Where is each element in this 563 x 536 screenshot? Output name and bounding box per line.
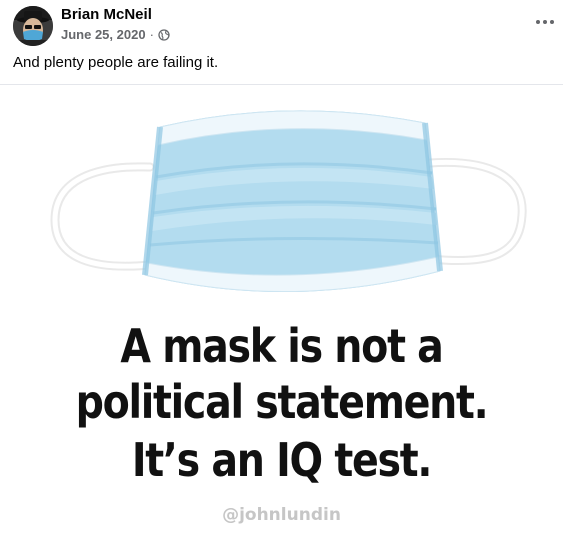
post-text: And plenty people are failing it. — [13, 54, 219, 71]
globe-icon — [158, 28, 170, 41]
meme-text-line-1: A mask is not a — [120, 319, 443, 373]
surgical-mask-icon — [50, 110, 527, 292]
post-date[interactable]: June 25, 2020 — [61, 27, 146, 42]
image-credit: @johnlundin — [222, 505, 341, 525]
author-name[interactable]: Brian McNeil — [61, 6, 152, 23]
post-header: Brian McNeil June 25, 2020 · — [0, 0, 563, 52]
facebook-post: Brian McNeil June 25, 2020 · And plenty … — [0, 0, 563, 536]
post-meta: June 25, 2020 · — [61, 27, 170, 42]
avatar[interactable] — [13, 6, 53, 46]
post-image[interactable]: A mask is not a political statement. It’… — [0, 85, 563, 536]
more-options-icon[interactable] — [531, 10, 559, 34]
meme-text-line-3: It’s an IQ test. — [131, 433, 433, 487]
avatar-image — [13, 6, 53, 46]
meta-separator: · — [149, 27, 154, 42]
meme-text-line-2: political statement. — [75, 375, 489, 429]
